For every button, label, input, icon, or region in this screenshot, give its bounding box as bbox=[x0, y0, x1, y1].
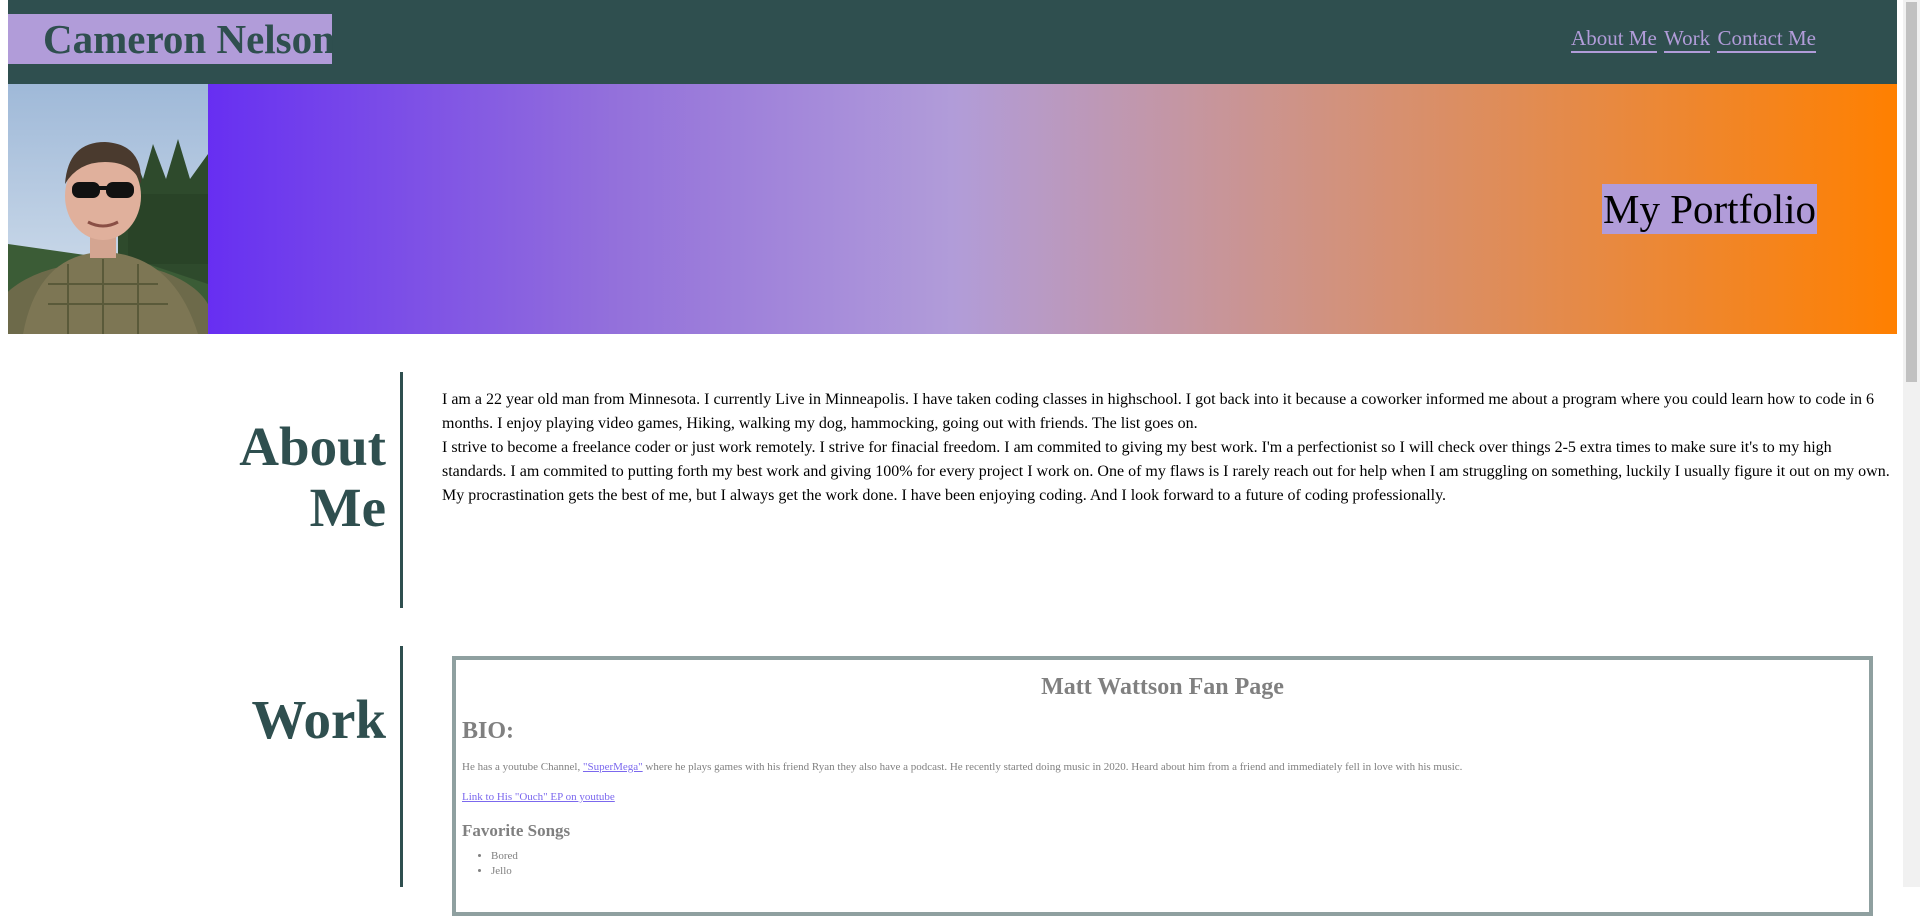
about-heading-line-1: About bbox=[239, 416, 386, 477]
ep-link-paragraph: Link to His "Ouch" EP on youtube bbox=[462, 791, 1869, 803]
list-item: Bored bbox=[491, 849, 1869, 864]
hero-banner: My Portfolio bbox=[8, 84, 1897, 334]
about-paragraph-2: I strive to become a freelance coder or … bbox=[442, 439, 1890, 504]
project-title: Matt Wattson Fan Page bbox=[1041, 674, 1284, 700]
about-divider bbox=[400, 372, 403, 608]
about-heading: About Me bbox=[239, 416, 386, 538]
supermega-link[interactable]: "SuperMega" bbox=[583, 761, 643, 773]
work-heading: Work bbox=[251, 689, 386, 750]
project-bio-text: He has a youtube Channel, "SuperMega" wh… bbox=[462, 761, 1869, 773]
scrollbar-thumb[interactable] bbox=[1906, 2, 1917, 382]
profile-photo bbox=[8, 84, 208, 334]
about-paragraph-1: I am a 22 year old man from Minnesota. I… bbox=[442, 391, 1875, 432]
profile-photo-illustration bbox=[8, 84, 208, 334]
nav-link-about-me[interactable]: About Me bbox=[1571, 26, 1657, 53]
project-bio-heading: BIO: bbox=[462, 718, 515, 744]
work-divider bbox=[400, 646, 403, 887]
nav-link-work[interactable]: Work bbox=[1664, 26, 1711, 53]
page-scrollbar[interactable] bbox=[1903, 0, 1920, 887]
ouch-ep-link[interactable]: Link to His "Ouch" EP on youtube bbox=[462, 791, 615, 803]
site-header: Cameron Nelson About Me Work Contact Me bbox=[8, 0, 1897, 84]
list-item: Jello bbox=[491, 864, 1869, 879]
site-name: Cameron Nelson bbox=[8, 14, 335, 64]
top-navigation: About Me Work Contact Me bbox=[1569, 26, 1816, 53]
project-bio-text-end: where he plays games with his friend Rya… bbox=[642, 761, 1463, 773]
favorite-songs-heading: Favorite Songs bbox=[462, 821, 571, 840]
about-text: I am a 22 year old man from Minnesota. I… bbox=[442, 388, 1892, 508]
project-bio-text-start: He has a youtube Channel, bbox=[462, 761, 583, 773]
about-heading-line-2: Me bbox=[309, 477, 386, 538]
favorite-songs-list: Bored Jello bbox=[456, 849, 1869, 879]
hero-title: My Portfolio bbox=[1602, 184, 1817, 234]
nav-link-contact-me[interactable]: Contact Me bbox=[1717, 26, 1816, 53]
project-preview-frame[interactable]: Matt Wattson Fan Page BIO: He has a yout… bbox=[452, 656, 1873, 916]
